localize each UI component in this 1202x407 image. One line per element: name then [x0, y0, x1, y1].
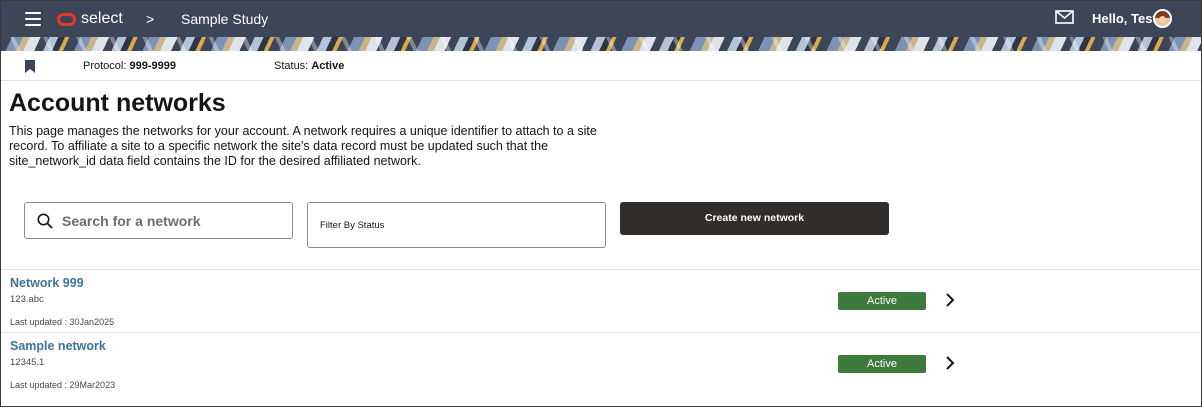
menu-icon[interactable]	[25, 12, 41, 26]
decorative-banner	[1, 37, 1201, 51]
status-filter-select[interactable]: Filter By Status	[307, 202, 606, 248]
network-identifier: 12345.1	[10, 357, 45, 368]
chevron-right-icon[interactable]	[943, 355, 957, 371]
protocol-info: Protocol: 999-9999	[83, 60, 176, 72]
status-label: Status:	[274, 60, 309, 72]
network-identifier: 123.abc	[10, 294, 44, 305]
network-list: Network 999 123.abc Last updated : 30Jan…	[1, 269, 1201, 395]
oracle-logo-icon	[57, 12, 76, 26]
app-name: select	[81, 10, 123, 27]
status-badge: Active	[838, 292, 926, 310]
create-network-button[interactable]: Create new network	[620, 202, 889, 235]
top-header: select > Sample Study Hello, Test	[1, 1, 1201, 37]
mail-icon[interactable]	[1055, 10, 1074, 24]
list-item[interactable]: Sample network 12345.1 Last updated : 29…	[1, 332, 1201, 395]
last-updated: Last updated : 30Jan2025	[10, 317, 115, 327]
breadcrumb-separator: >	[146, 11, 155, 27]
chevron-right-icon[interactable]	[943, 292, 957, 308]
app-logo[interactable]: select	[57, 10, 123, 28]
last-updated: Last updated : 29Mar2023	[10, 380, 116, 390]
protocol-label: Protocol:	[83, 60, 127, 72]
search-input[interactable]	[62, 209, 287, 233]
search-icon	[37, 213, 53, 229]
page-title: Account networks	[9, 89, 226, 117]
bookmark-icon[interactable]	[25, 60, 35, 73]
network-name-link[interactable]: Sample network	[10, 339, 106, 353]
protocol-bar: Protocol: 999-9999 Status: Active	[1, 51, 1201, 81]
breadcrumb-study[interactable]: Sample Study	[181, 11, 268, 27]
status-badge: Active	[838, 355, 926, 373]
page-description: This page manages the networks for your …	[9, 124, 597, 168]
list-item[interactable]: Network 999 123.abc Last updated : 30Jan…	[1, 269, 1201, 332]
study-status-info: Status: Active	[274, 60, 344, 72]
status-value: Active	[311, 60, 345, 72]
protocol-value: 999-9999	[129, 60, 176, 72]
search-box[interactable]	[24, 202, 293, 239]
avatar[interactable]	[1153, 9, 1172, 28]
network-name-link[interactable]: Network 999	[10, 276, 84, 290]
user-greeting[interactable]: Hello, Test	[1092, 11, 1157, 26]
filter-label: Filter By Status	[320, 220, 385, 231]
